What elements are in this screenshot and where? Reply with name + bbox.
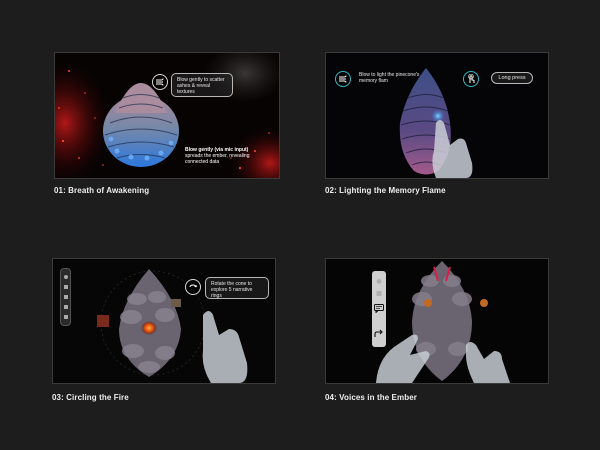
toolbar-dot[interactable]: [63, 285, 68, 289]
side-toolbar: [60, 268, 71, 326]
wind-icon: [335, 71, 351, 87]
panel-screenshot: Blow to light the pinecone's memory flam…: [325, 52, 549, 179]
long-press-button[interactable]: Long press: [491, 72, 533, 84]
toolbar-dot[interactable]: [63, 295, 68, 299]
panel-caption: 04: Voices in the Ember: [325, 393, 417, 402]
toolbar-dot[interactable]: [63, 305, 68, 309]
panel-screenshot: Blow gently to scatter ashes & reveal te…: [54, 52, 280, 179]
panel-screenshot: [325, 258, 549, 384]
tooltip-light-flame: Blow to light the pinecone's memory flam: [359, 72, 420, 85]
rotate-icon: [185, 279, 201, 295]
tooltip-blow-ashes: Blow gently to scatter ashes & reveal te…: [171, 73, 233, 97]
share-icon[interactable]: [374, 329, 384, 339]
voice-waveform-scene: [326, 259, 548, 383]
wind-icon: [152, 74, 168, 90]
toolbar-dot[interactable]: [63, 275, 68, 279]
panel-caption: 03: Circling the Fire: [52, 393, 129, 402]
panel-caption: 01: Breath of Awakening: [54, 186, 150, 195]
blow-instruction-text: spreads the ember, revealing connected d…: [185, 153, 250, 165]
toolbar-dot[interactable]: [376, 291, 382, 296]
tooltip-rotate-cone: Rotate the cone to explore 5 narrative r…: [205, 277, 269, 299]
panel-screenshot: Rotate the cone to explore 5 narrative r…: [52, 258, 276, 384]
chat-icon[interactable]: [374, 304, 384, 313]
side-toolbar: [372, 271, 386, 347]
panel-caption: 02: Lighting the Memory Flame: [325, 186, 446, 195]
toolbar-dot[interactable]: [63, 315, 68, 319]
hand-press-icon: [463, 71, 479, 87]
toolbar-dot[interactable]: [376, 279, 382, 284]
blow-instruction: Blow gently (via mic input) spreads the …: [185, 147, 271, 165]
